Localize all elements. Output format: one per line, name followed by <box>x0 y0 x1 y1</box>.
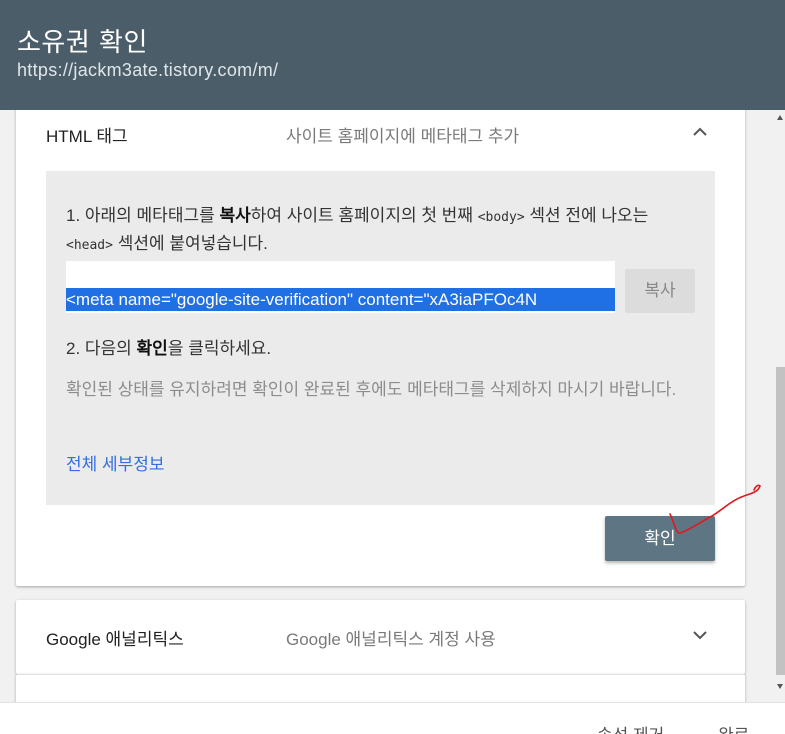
step1-instruction: 1. 아래의 메타태그를 복사하여 사이트 홈페이지의 첫 번째 <body> … <box>66 203 698 259</box>
remove-property-button[interactable]: 속성 제거 <box>597 721 664 734</box>
full-details-link[interactable]: 전체 세부정보 <box>66 450 165 475</box>
step2-text-suffix: 을 클릭하세요. <box>167 339 272 358</box>
google-analytics-method-description: Google 애널리틱스 계정 사용 <box>286 630 496 649</box>
step2-instruction: 2. 다음의 확인을 클릭하세요. <box>66 334 271 359</box>
page-title: 소유권 확인 <box>17 28 148 58</box>
html-tag-method-name: HTML 태그 <box>46 127 128 146</box>
step1-text-mid2: 섹션 전에 나오는 <box>524 206 649 225</box>
step2-text-prefix: 2. 다음의 <box>66 339 137 358</box>
body-tag-code: <body> <box>477 210 525 225</box>
html-tag-card: HTML 태그 사이트 홈페이지에 메타태그 추가 1. 아래의 메타태그를 복… <box>16 110 745 586</box>
step1-text-prefix: 1. 아래의 메타태그를 <box>66 206 220 225</box>
property-url: https://jackm3ate.tistory.com/m/ <box>17 60 279 80</box>
copy-button[interactable]: 복사 <box>625 269 695 313</box>
done-button[interactable]: 완료 <box>718 721 749 734</box>
html-tag-method-description: 사이트 홈페이지에 메타태그 추가 <box>286 127 520 146</box>
chevron-up-icon[interactable] <box>691 123 709 141</box>
step1-text-suffix: 섹션에 붙여넣습니다. <box>112 234 268 253</box>
head-tag-code: <head> <box>66 238 113 253</box>
chevron-down-icon[interactable] <box>691 626 709 644</box>
scroll-up-arrow-icon[interactable] <box>776 114 784 122</box>
scrollbar-thumb[interactable] <box>776 367 785 675</box>
google-analytics-method-name: Google 애널리틱스 <box>46 630 184 649</box>
dialog-footer: 속성 제거 완료 <box>0 702 785 734</box>
meta-tag-code-selected[interactable]: <meta name="google-site-verification" co… <box>66 288 615 311</box>
google-analytics-card[interactable]: Google 애널리틱스 Google 애널리틱스 계정 사용 <box>16 600 745 674</box>
app-header: 소유권 확인 https://jackm3ate.tistory.com/m/ <box>0 0 785 110</box>
html-tag-instructions-panel: 1. 아래의 메타태그를 복사하여 사이트 홈페이지의 첫 번째 <body> … <box>46 171 715 505</box>
meta-tag-field[interactable]: <meta name="google-site-verification" co… <box>66 261 615 313</box>
step1-text-mid: 하여 사이트 홈페이지의 첫 번째 <box>250 206 478 225</box>
verify-button[interactable]: 확인 <box>605 516 715 561</box>
step2-verify-emphasis: 확인 <box>136 339 168 358</box>
scroll-down-arrow-icon[interactable] <box>776 682 784 690</box>
keep-meta-tag-note: 확인된 상태를 유지하려면 확인이 완료된 후에도 메타태그를 삭제하지 마시기… <box>66 380 677 399</box>
main-content: HTML 태그 사이트 홈페이지에 메타태그 추가 1. 아래의 메타태그를 복… <box>0 110 785 734</box>
step1-copy-emphasis: 복사 <box>219 206 251 225</box>
